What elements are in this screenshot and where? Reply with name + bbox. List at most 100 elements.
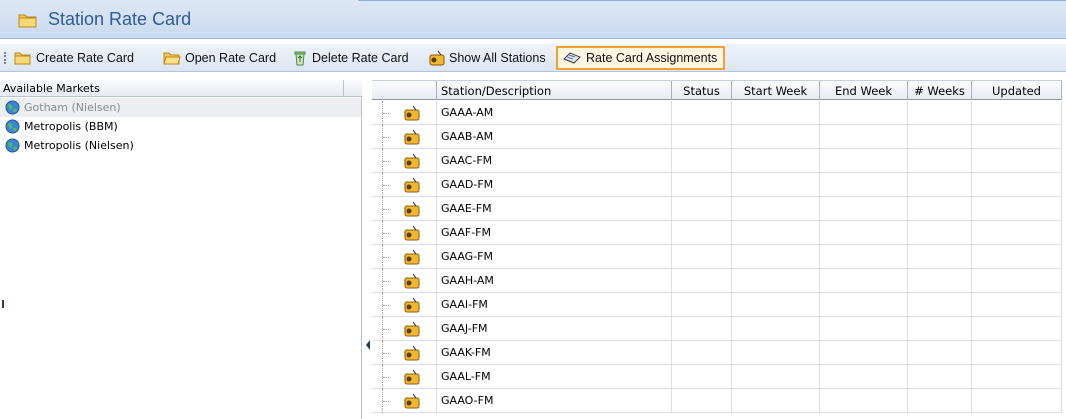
start-week-cell[interactable] [731,149,819,173]
end-week-cell[interactable] [819,221,907,245]
status-cell[interactable] [671,317,731,341]
weeks-cell[interactable] [907,365,971,389]
weeks-cell[interactable] [907,389,971,413]
updated-cell[interactable] [971,173,1062,197]
rate-card-assignments-button[interactable]: Rate Card Assignments [556,46,726,70]
start-week-cell[interactable] [731,245,819,269]
end-week-cell[interactable] [819,269,907,293]
station-cell[interactable]: GAAA-AM [436,101,671,125]
station-cell[interactable]: GAAK-FM [436,341,671,365]
table-row[interactable]: GAAK-FM [372,341,1062,365]
updated-cell[interactable] [971,365,1062,389]
column-header-end-week[interactable]: End Week [819,81,907,100]
table-row[interactable]: GAAG-FM [372,245,1062,269]
weeks-cell[interactable] [907,317,971,341]
station-cell[interactable]: GAAG-FM [436,245,671,269]
station-cell[interactable]: GAAI-FM [436,293,671,317]
delete-rate-card-button[interactable]: Delete Rate Card [292,48,409,68]
updated-cell[interactable] [971,269,1062,293]
status-cell[interactable] [671,245,731,269]
status-cell[interactable] [671,197,731,221]
column-header-updated[interactable]: Updated [971,81,1062,100]
start-week-cell[interactable] [731,101,819,125]
table-row[interactable]: GAAL-FM [372,365,1062,389]
status-cell[interactable] [671,125,731,149]
create-rate-card-button[interactable]: Create Rate Card [14,48,134,68]
start-week-cell[interactable] [731,341,819,365]
station-cell[interactable]: GAAC-FM [436,149,671,173]
updated-cell[interactable] [971,101,1062,125]
open-rate-card-button[interactable]: Open Rate Card [163,48,276,68]
status-cell[interactable] [671,293,731,317]
station-cell[interactable]: GAAD-FM [436,173,671,197]
start-week-cell[interactable] [731,317,819,341]
weeks-cell[interactable] [907,245,971,269]
station-cell[interactable]: GAAH-AM [436,269,671,293]
updated-cell[interactable] [971,197,1062,221]
column-header-weeks[interactable]: # Weeks [907,81,971,100]
updated-cell[interactable] [971,149,1062,173]
status-cell[interactable] [671,389,731,413]
status-cell[interactable] [671,101,731,125]
table-row[interactable]: GAAD-FM [372,173,1062,197]
column-header-start-week[interactable]: Start Week [731,81,819,100]
station-cell[interactable]: GAAO-FM [436,389,671,413]
status-cell[interactable] [671,341,731,365]
weeks-cell[interactable] [907,293,971,317]
end-week-cell[interactable] [819,197,907,221]
table-row[interactable]: GAAF-FM [372,221,1062,245]
show-all-stations-button[interactable]: Show All Stations [429,48,546,68]
updated-cell[interactable] [971,293,1062,317]
end-week-cell[interactable] [819,101,907,125]
weeks-cell[interactable] [907,173,971,197]
status-cell[interactable] [671,365,731,389]
weeks-cell[interactable] [907,221,971,245]
station-cell[interactable]: GAAL-FM [436,365,671,389]
table-row[interactable]: GAAB-AM [372,125,1062,149]
weeks-cell[interactable] [907,197,971,221]
status-cell[interactable] [671,269,731,293]
market-item-gotham-nielsen[interactable]: Gotham (Nielsen) [0,98,361,117]
end-week-cell[interactable] [819,173,907,197]
weeks-cell[interactable] [907,125,971,149]
table-row[interactable]: GAAH-AM [372,269,1062,293]
station-cell[interactable]: GAAE-FM [436,197,671,221]
start-week-cell[interactable] [731,221,819,245]
start-week-cell[interactable] [731,293,819,317]
start-week-cell[interactable] [731,269,819,293]
end-week-cell[interactable] [819,341,907,365]
start-week-cell[interactable] [731,125,819,149]
start-week-cell[interactable] [731,173,819,197]
updated-cell[interactable] [971,125,1062,149]
status-cell[interactable] [671,221,731,245]
end-week-cell[interactable] [819,149,907,173]
splitter-collapse-arrow[interactable] [366,340,370,350]
end-week-cell[interactable] [819,125,907,149]
table-row[interactable]: GAAI-FM [372,293,1062,317]
weeks-cell[interactable] [907,149,971,173]
market-item-metropolis-nielsen[interactable]: Metropolis (Nielsen) [0,136,361,155]
column-header-station[interactable]: Station/Description [436,81,671,100]
updated-cell[interactable] [971,341,1062,365]
updated-cell[interactable] [971,389,1062,413]
start-week-cell[interactable] [731,365,819,389]
column-header-status[interactable]: Status [671,81,731,100]
end-week-cell[interactable] [819,365,907,389]
table-row[interactable]: GAAA-AM [372,101,1062,125]
updated-cell[interactable] [971,221,1062,245]
market-item-metropolis-bbm[interactable]: Metropolis (BBM) [0,117,361,136]
end-week-cell[interactable] [819,293,907,317]
station-cell[interactable]: GAAJ-FM [436,317,671,341]
station-cell[interactable]: GAAB-AM [436,125,671,149]
table-row[interactable]: GAAO-FM [372,389,1062,413]
status-cell[interactable] [671,173,731,197]
station-cell[interactable]: GAAF-FM [436,221,671,245]
updated-cell[interactable] [971,317,1062,341]
weeks-cell[interactable] [907,341,971,365]
start-week-cell[interactable] [731,197,819,221]
updated-cell[interactable] [971,245,1062,269]
table-row[interactable]: GAAC-FM [372,149,1062,173]
weeks-cell[interactable] [907,269,971,293]
table-row[interactable]: GAAJ-FM [372,317,1062,341]
available-markets-header[interactable]: Available Markets [0,80,362,97]
